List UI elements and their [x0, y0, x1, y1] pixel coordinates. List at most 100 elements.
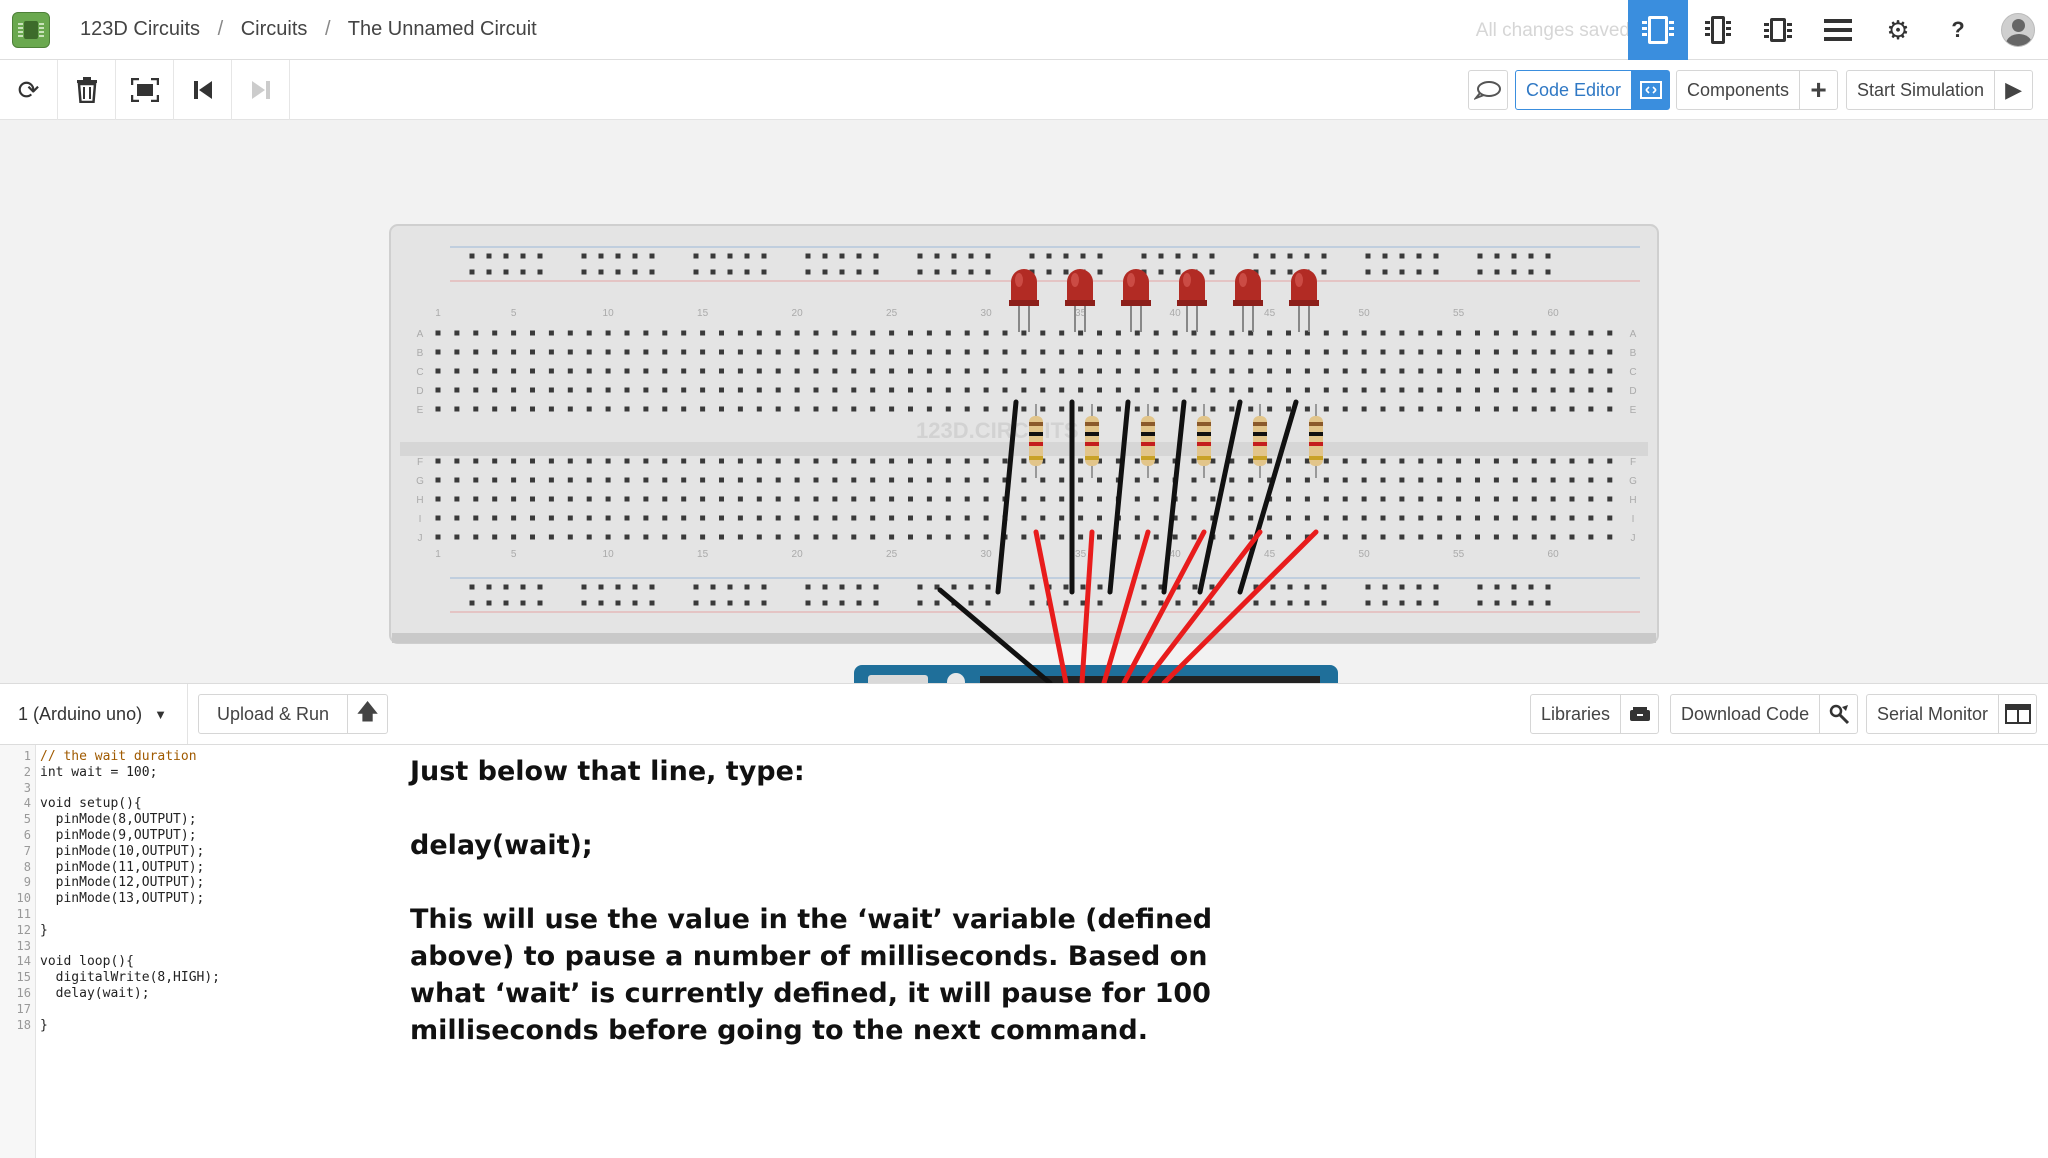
breadboard-hole[interactable]: [1191, 387, 1197, 393]
breadboard-hole[interactable]: [1399, 330, 1405, 336]
breadboard-hole[interactable]: [1002, 406, 1008, 412]
breadboard-hole[interactable]: [1418, 406, 1424, 412]
breadboard-hole[interactable]: [586, 330, 592, 336]
breadboard-hole[interactable]: [435, 330, 441, 336]
code-line[interactable]: void setup(){: [40, 796, 220, 812]
breadcrumb-current-circuit[interactable]: The Unnamed Circuit: [348, 18, 537, 40]
power-rail-hole[interactable]: [469, 253, 475, 259]
breadboard-hole[interactable]: [1248, 406, 1254, 412]
breadboard-hole[interactable]: [1229, 368, 1235, 374]
breadboard-hole[interactable]: [1021, 458, 1027, 464]
breadboard-hole[interactable]: [1097, 349, 1102, 355]
breadboard-hole[interactable]: [1418, 458, 1424, 464]
breadboard-hole[interactable]: [1078, 496, 1084, 502]
breadboard-hole[interactable]: [662, 387, 668, 393]
breadboard-hole[interactable]: [1229, 496, 1235, 502]
breadboard-hole[interactable]: [1588, 368, 1594, 374]
breadboard-hole[interactable]: [662, 330, 668, 336]
power-rail-hole[interactable]: [839, 584, 845, 590]
power-rail-hole[interactable]: [1416, 584, 1422, 590]
breadboard-hole[interactable]: [1418, 477, 1424, 483]
breadboard-hole[interactable]: [1267, 515, 1273, 521]
power-rail-hole[interactable]: [1528, 584, 1534, 590]
breadboard-hole[interactable]: [1475, 534, 1480, 540]
breadboard-hole[interactable]: [1607, 515, 1613, 521]
breadboard-hole[interactable]: [1361, 515, 1367, 521]
breadboard-hole[interactable]: [1437, 368, 1443, 374]
power-rail-hole[interactable]: [1545, 600, 1551, 606]
breadboard-hole[interactable]: [1286, 496, 1291, 502]
breadboard-hole[interactable]: [454, 458, 460, 464]
power-rail-hole[interactable]: [1528, 253, 1534, 259]
breadboard-hole[interactable]: [1342, 406, 1348, 412]
breadboard-hole[interactable]: [1361, 534, 1367, 540]
breadboard-hole[interactable]: [1493, 496, 1499, 502]
breadboard-hole[interactable]: [681, 515, 687, 521]
breadboard-hole[interactable]: [1550, 496, 1556, 502]
breadboard-hole[interactable]: [1380, 406, 1386, 412]
breadboard-hole[interactable]: [1437, 406, 1443, 412]
breadboard-hole[interactable]: [889, 330, 895, 336]
breadboard-hole[interactable]: [964, 349, 970, 355]
breadboard-hole[interactable]: [567, 515, 573, 521]
power-rail-hole[interactable]: [1433, 600, 1439, 606]
power-rail-hole[interactable]: [1321, 600, 1327, 606]
start-simulation-button[interactable]: Start Simulation ▶: [1846, 70, 2034, 110]
breadboard-hole[interactable]: [775, 534, 781, 540]
breadboard-hole[interactable]: [813, 406, 819, 412]
breadboard-hole[interactable]: [983, 458, 989, 464]
libraries-button[interactable]: Libraries: [1530, 694, 1660, 734]
breadboard-hole[interactable]: [851, 406, 857, 412]
breadboard-hole[interactable]: [794, 406, 800, 412]
power-rail-hole[interactable]: [1046, 269, 1052, 275]
breadboard-hole[interactable]: [1097, 534, 1102, 540]
power-rail-hole[interactable]: [951, 269, 957, 275]
breadboard-hole[interactable]: [1323, 349, 1329, 355]
breadboard-hole[interactable]: [473, 534, 479, 540]
power-rail-hole[interactable]: [693, 584, 699, 590]
power-rail-hole[interactable]: [1528, 269, 1534, 275]
breadboard-hole[interactable]: [1021, 515, 1027, 521]
breadboard-hole[interactable]: [1456, 515, 1462, 521]
breadboard-hole[interactable]: [1059, 406, 1065, 412]
breadboard-hole[interactable]: [1437, 387, 1443, 393]
breadboard-hole[interactable]: [1134, 387, 1140, 393]
code-editor-panel[interactable]: 1 2 3 4 5 6 7 8 9 10 11 12 13 14 15 16 17 18 // the wait …: [0, 745, 2048, 1158]
breadboard-hole[interactable]: [983, 477, 989, 483]
breadboard-hole[interactable]: [983, 368, 989, 374]
breadboard-hole[interactable]: [756, 368, 762, 374]
breadboard-hole[interactable]: [1248, 515, 1254, 521]
breadboard-hole[interactable]: [908, 330, 913, 336]
power-rail-hole[interactable]: [520, 269, 526, 275]
breadboard-hole[interactable]: [1550, 368, 1556, 374]
power-rail-hole[interactable]: [1477, 269, 1483, 275]
power-rail-hole[interactable]: [598, 253, 604, 259]
breadboard-hole[interactable]: [983, 406, 989, 412]
power-rail-hole[interactable]: [856, 600, 862, 606]
breadboard-hole[interactable]: [454, 534, 460, 540]
breadboard-hole[interactable]: [1399, 458, 1405, 464]
breadboard-hole[interactable]: [1286, 534, 1291, 540]
breadboard-hole[interactable]: [832, 458, 838, 464]
breadboard-hole[interactable]: [681, 387, 687, 393]
breadboard-hole[interactable]: [605, 330, 611, 336]
code-line[interactable]: // the wait duration: [40, 749, 220, 765]
breadboard-hole[interactable]: [1437, 349, 1443, 355]
breadboard-hole[interactable]: [1078, 515, 1084, 521]
power-rail-hole[interactable]: [503, 584, 509, 590]
fit-to-view-button[interactable]: [116, 60, 174, 120]
breadboard-hole[interactable]: [719, 349, 724, 355]
breadboard-hole[interactable]: [624, 387, 630, 393]
breadboard-hole[interactable]: [681, 534, 687, 540]
breadboard-hole[interactable]: [1002, 368, 1008, 374]
breadboard-hole[interactable]: [1456, 406, 1462, 412]
breadboard-hole[interactable]: [1342, 330, 1348, 336]
breadboard-hole[interactable]: [851, 387, 857, 393]
breadboard-hole[interactable]: [964, 458, 970, 464]
breadboard-hole[interactable]: [1210, 496, 1216, 502]
breadboard-hole[interactable]: [586, 368, 592, 374]
breadboard-hole[interactable]: [548, 534, 554, 540]
code-line[interactable]: [40, 907, 220, 923]
power-rail-hole[interactable]: [1304, 584, 1310, 590]
power-rail-hole[interactable]: [693, 600, 699, 606]
